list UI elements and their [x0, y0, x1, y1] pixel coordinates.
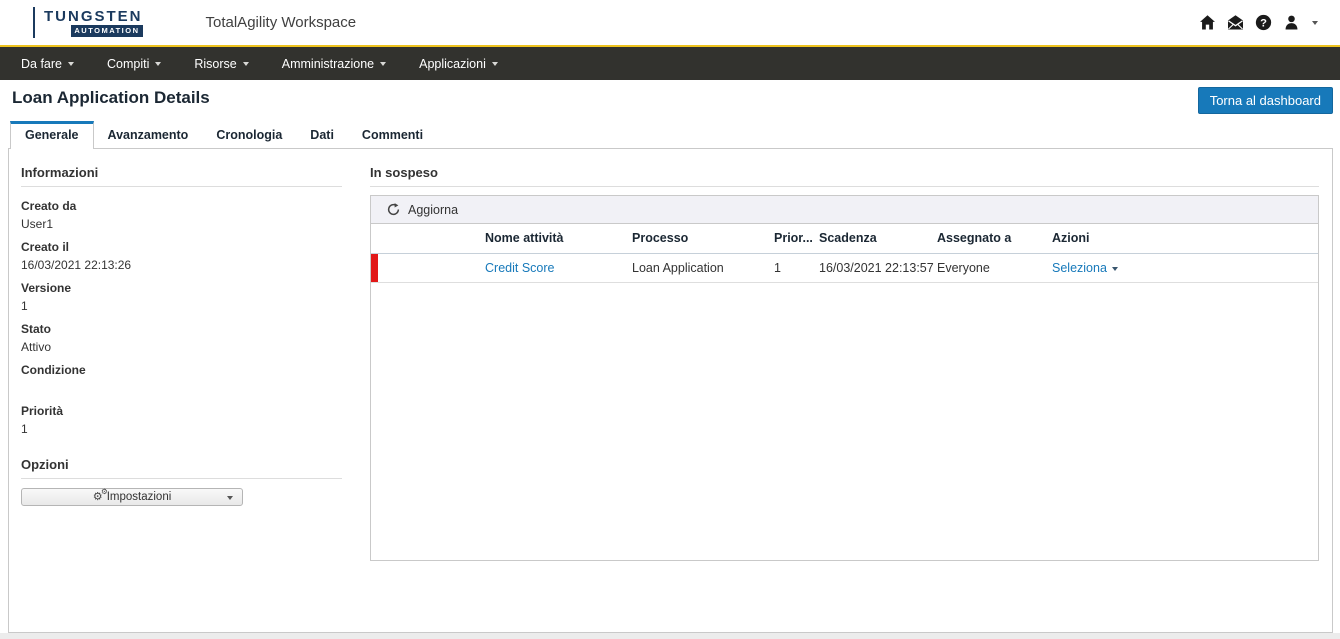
nav-item-applicazioni[interactable]: Applicazioni [408, 47, 509, 80]
chevron-down-icon [68, 62, 74, 66]
pending-panel-title: In sospeso [370, 165, 1319, 187]
field-creato-da: Creato da User1 [21, 199, 342, 231]
chevron-down-icon [155, 62, 161, 66]
tab-content-panel: Informazioni Creato da User1 Creato il 1… [8, 149, 1333, 633]
logo-divider [33, 7, 35, 38]
tab-strip: Generale Avanzamento Cronologia Dati Com… [8, 122, 1333, 149]
page-head: Loan Application Details Torna al dashbo… [0, 80, 1340, 122]
page-bottom-strip [0, 633, 1340, 639]
chevron-down-icon [243, 62, 249, 66]
col-azioni: Azioni [1052, 224, 1318, 253]
gear-icon: ⚙⚙ [93, 491, 106, 504]
table-header-row: Nome attività Processo Prior... Scadenza… [371, 224, 1318, 253]
chevron-down-icon [227, 496, 233, 500]
user-icon[interactable] [1283, 14, 1300, 31]
pending-table-container: Aggiorna Nome attività Processo Prior...… [370, 195, 1319, 561]
priority-indicator-cell [371, 253, 485, 282]
field-condizione: Condizione [21, 363, 342, 395]
tab-commenti[interactable]: Commenti [348, 122, 437, 148]
settings-dropdown-button[interactable]: ⚙⚙ Impostazioni [21, 488, 243, 506]
info-fields: Creato da User1 Creato il 16/03/2021 22:… [21, 199, 342, 436]
priority-cell: 1 [774, 253, 819, 282]
help-icon[interactable]: ? [1255, 14, 1272, 31]
chevron-down-icon [492, 62, 498, 66]
main-nav: Da fare Compiti Risorse Amministrazione … [0, 47, 1340, 80]
user-menu-caret-icon[interactable] [1312, 21, 1318, 25]
nav-item-risorse[interactable]: Risorse [183, 47, 259, 80]
col-assegnato-a: Assegnato a [937, 224, 1052, 253]
nav-item-compiti[interactable]: Compiti [96, 47, 172, 80]
logo-text-automation: AUTOMATION [71, 25, 142, 37]
refresh-button[interactable]: Aggiorna [387, 203, 458, 217]
field-versione: Versione 1 [21, 281, 342, 313]
chevron-down-icon [1112, 267, 1118, 271]
assigned-cell: Everyone [937, 253, 1052, 282]
pending-panel: In sospeso Aggiorna [354, 149, 1332, 632]
tungsten-logo[interactable]: TUNGSTEN AUTOMATION [44, 9, 143, 37]
settings-button-label: Impostazioni [107, 491, 172, 503]
col-scadenza: Scadenza [819, 224, 937, 253]
field-priorita: Priorità 1 [21, 404, 342, 436]
col-priorita: Prior... [774, 224, 819, 253]
activity-link[interactable]: Credit Score [485, 261, 554, 275]
page-title: Loan Application Details [12, 88, 210, 108]
col-nome-attivita: Nome attività [485, 224, 632, 253]
nav-item-da-fare[interactable]: Da fare [10, 47, 85, 80]
mail-icon[interactable] [1227, 14, 1244, 31]
pending-table: Nome attività Processo Prior... Scadenza… [371, 224, 1318, 283]
logo-text-tungsten: TUNGSTEN [44, 9, 143, 24]
info-panel-title: Informazioni [21, 165, 342, 187]
svg-text:?: ? [1260, 17, 1267, 29]
tab-generale[interactable]: Generale [10, 121, 94, 149]
nav-item-amministrazione[interactable]: Amministrazione [271, 47, 397, 80]
process-cell: Loan Application [632, 253, 774, 282]
top-header: TUNGSTEN AUTOMATION TotalAgility Workspa… [0, 0, 1340, 45]
tab-dati[interactable]: Dati [296, 122, 348, 148]
options-title: Opzioni [21, 457, 342, 479]
priority-flag [371, 254, 378, 282]
back-to-dashboard-button[interactable]: Torna al dashboard [1198, 87, 1333, 114]
home-icon[interactable] [1199, 14, 1216, 31]
field-stato: Stato Attivo [21, 322, 342, 354]
due-cell: 16/03/2021 22:13:57 [819, 253, 937, 282]
col-indicator [371, 224, 485, 253]
header-icons: ? [1199, 0, 1318, 45]
table-toolbar: Aggiorna [371, 196, 1318, 224]
tab-cronologia[interactable]: Cronologia [202, 122, 296, 148]
chevron-down-icon [380, 62, 386, 66]
select-action-link[interactable]: Seleziona [1052, 261, 1118, 275]
col-processo: Processo [632, 224, 774, 253]
field-creato-il: Creato il 16/03/2021 22:13:26 [21, 240, 342, 272]
refresh-icon [387, 203, 400, 216]
table-row: Credit Score Loan Application 1 16/03/20… [371, 253, 1318, 282]
app-title: TotalAgility Workspace [206, 14, 357, 31]
info-panel: Informazioni Creato da User1 Creato il 1… [9, 149, 354, 632]
tab-avanzamento[interactable]: Avanzamento [94, 122, 203, 148]
